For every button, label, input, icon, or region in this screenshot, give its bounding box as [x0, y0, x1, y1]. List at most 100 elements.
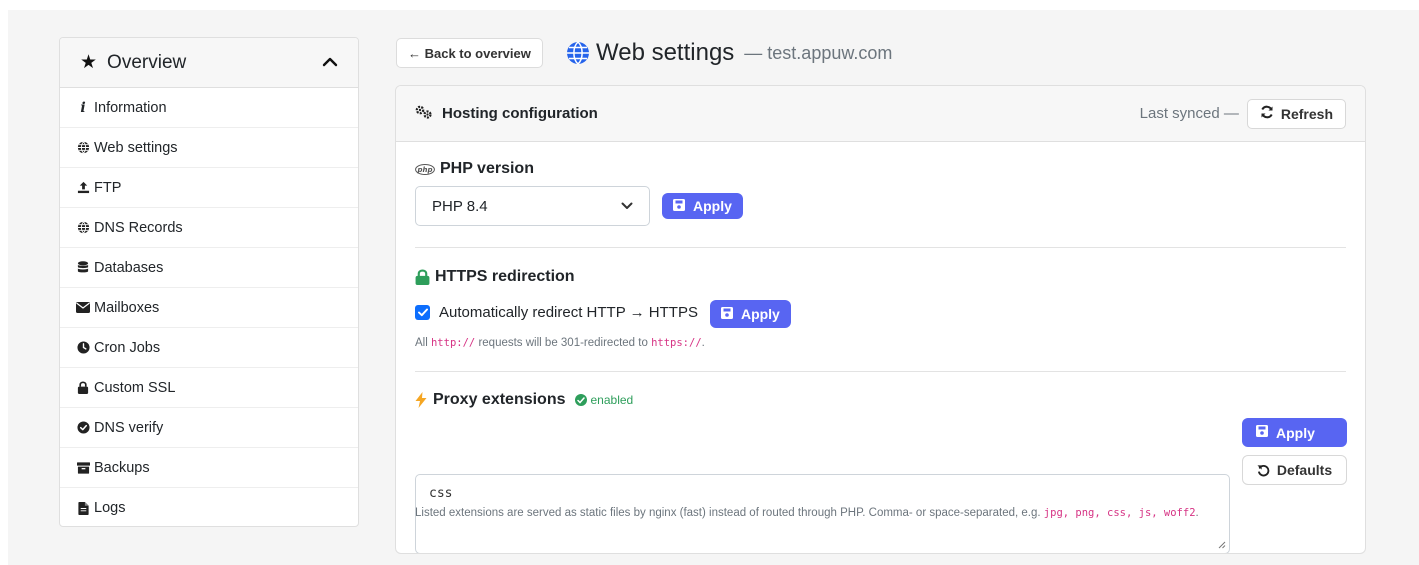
sidebar-item-label: Cron Jobs [94, 339, 161, 356]
bolt-icon [415, 392, 427, 408]
sidebar-item-mailboxes[interactable]: Mailboxes [60, 288, 358, 328]
save-icon [720, 306, 733, 322]
info-icon: i [80, 99, 86, 116]
refresh-icon [1260, 105, 1274, 123]
clock-icon [75, 341, 91, 354]
enabled-badge-text: enabled [590, 393, 634, 407]
hint-text: requests will be 301-redirected to [478, 337, 648, 349]
hint-text: . [1195, 507, 1199, 519]
sidebar-item-label: DNS Records [94, 219, 183, 236]
section-divider [415, 247, 1346, 248]
https-redirection-title: HTTPS redirection [415, 268, 575, 286]
lock-icon [75, 381, 91, 394]
sidebar-item-label: Logs [94, 500, 126, 516]
save-icon [1256, 425, 1268, 440]
apply-label: Apply [693, 198, 732, 214]
proxy-extensions-value: css [429, 486, 453, 501]
sidebar-item-cron-jobs[interactable]: Cron Jobs [60, 328, 358, 368]
sidebar-item-label: Databases [94, 259, 164, 276]
chevron-up-icon[interactable] [322, 54, 338, 72]
hint-code: jpg, png, css, js, woff2 [1043, 507, 1196, 519]
refresh-label: Refresh [1280, 105, 1333, 122]
check-circle-icon [574, 394, 587, 406]
resize-handle-icon[interactable] [1217, 540, 1226, 552]
https-redirection-title-text: HTTPS redirection [435, 268, 575, 285]
sidebar-item-dns-records[interactable]: DNS Records [60, 208, 358, 248]
php-version-section: php PHP version [415, 160, 534, 178]
https-hint: All http:// requests will be 301-redirec… [415, 337, 705, 349]
proxy-extensions-title: Proxy extensions enabled [415, 391, 633, 409]
hint-code: http:// [430, 337, 476, 349]
page-title: Web settings — test.appuw.com [566, 36, 892, 70]
https-redirection-section: HTTPS redirection [415, 268, 575, 286]
globe-icon [75, 141, 91, 154]
sidebar-item-logs[interactable]: Logs [60, 488, 358, 526]
redirect-https-label[interactable]: Automatically redirect HTTP → HTTPS [439, 304, 698, 321]
hint-text: Listed extensions are served as static f… [415, 507, 1041, 519]
sidebar-item-information[interactable]: i Information [60, 88, 358, 128]
sidebar-item-databases[interactable]: Databases [60, 248, 358, 288]
refresh-button[interactable]: Refresh [1246, 98, 1346, 129]
undo-icon [1257, 464, 1270, 477]
apply-label: Apply [740, 306, 780, 322]
svg-text:php: php [416, 166, 432, 174]
defaults-button[interactable]: Defaults [1242, 455, 1347, 485]
enabled-badge: enabled [574, 393, 634, 407]
sidebar-item-label: DNS verify [94, 419, 164, 436]
proxy-extensions-section: Proxy extensions enabled [415, 391, 633, 409]
php-apply-button[interactable]: Apply [662, 193, 743, 219]
sidebar-item-label: Information [94, 99, 167, 116]
lock-icon [415, 269, 430, 285]
php-version-title-text: PHP version [440, 160, 534, 177]
envelope-icon [75, 302, 91, 313]
php-version-title: php PHP version [415, 160, 534, 178]
proxy-hint: Listed extensions are served as static f… [415, 507, 1199, 519]
back-to-overview-button[interactable]: ← Back to overview [396, 38, 543, 68]
sidebar-item-label: FTP [94, 179, 122, 196]
proxy-extensions-title-text: Proxy extensions [433, 391, 566, 408]
defaults-label: Defaults [1276, 462, 1333, 478]
page-title-text: Web settings [596, 39, 735, 66]
globe-icon [566, 41, 590, 65]
card-title: Hosting configuration [442, 105, 598, 122]
card-header: Hosting configuration Last synced — Refr… [396, 86, 1365, 142]
domain-subtitle: — test.appuw.com [744, 42, 893, 63]
sidebar-header[interactable]: ★ Overview [60, 38, 358, 88]
sidebar-item-dns-verify[interactable]: DNS verify [60, 408, 358, 448]
hint-text: . [701, 337, 705, 349]
sidebar-item-label: Backups [94, 459, 150, 476]
proxy-apply-button[interactable]: Apply [1242, 418, 1347, 447]
sidebar: ★ Overview i Information Web settings FT… [59, 37, 359, 527]
php-version-select[interactable]: PHP 8.4 [415, 186, 650, 226]
apply-label: Apply [1276, 424, 1315, 441]
sidebar-item-backups[interactable]: Backups [60, 448, 358, 488]
cogs-icon [415, 105, 433, 122]
sidebar-item-custom-ssl[interactable]: Custom SSL [60, 368, 358, 408]
php-version-row: PHP 8.4 Apply [415, 186, 743, 226]
section-divider [415, 371, 1346, 372]
last-synced-text: Last synced — [1139, 105, 1239, 122]
upload-icon [75, 181, 91, 194]
https-redirection-row: Automatically redirect HTTP → HTTPS Appl… [415, 296, 791, 328]
php-icon: php [415, 163, 435, 175]
chevron-down-icon [621, 199, 633, 213]
redirect-https-checkbox[interactable] [415, 304, 430, 320]
archive-icon [75, 461, 91, 474]
sidebar-item-label: Web settings [94, 139, 178, 156]
https-apply-button[interactable]: Apply [709, 300, 791, 328]
sidebar-header-label: Overview [107, 51, 187, 73]
save-icon [673, 198, 685, 214]
hint-text: All [415, 337, 428, 349]
file-icon [75, 501, 91, 515]
hint-code: https:// [651, 337, 702, 349]
sidebar-item-ftp[interactable]: FTP [60, 168, 358, 208]
star-icon: ★ [80, 52, 98, 73]
database-icon [75, 261, 91, 274]
sidebar-item-label: Custom SSL [94, 379, 176, 396]
globe-icon [75, 221, 91, 234]
sidebar-item-web-settings[interactable]: Web settings [60, 128, 358, 168]
hosting-configuration-card: Hosting configuration Last synced — Refr… [395, 85, 1366, 554]
php-version-value: PHP 8.4 [432, 197, 488, 215]
check-circle-icon [75, 421, 91, 434]
sidebar-item-label: Mailboxes [94, 299, 160, 316]
